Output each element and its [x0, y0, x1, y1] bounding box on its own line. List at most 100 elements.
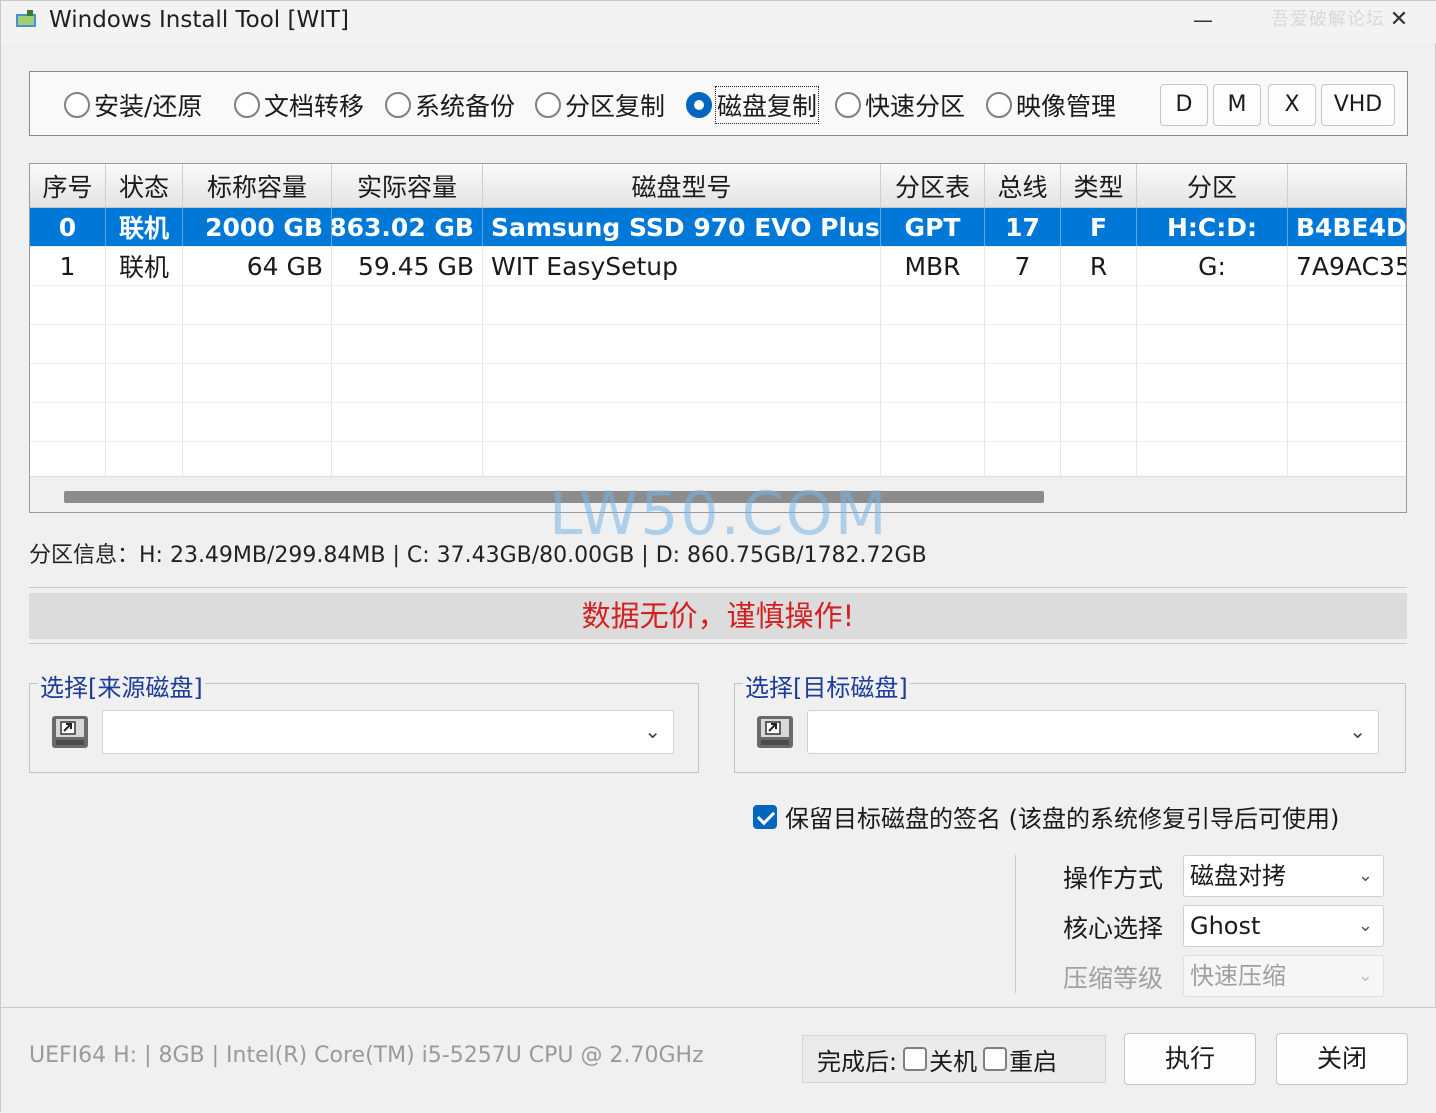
empty-cell [881, 364, 985, 402]
vhd-button[interactable]: VHD [1321, 84, 1395, 126]
empty-cell [106, 403, 183, 441]
radio-label: 文档转移 [264, 92, 365, 121]
cell-index: 1 [30, 247, 106, 285]
chevron-down-icon: ⌄ [1357, 915, 1373, 936]
empty-cell [106, 442, 183, 480]
empty-cell [881, 325, 985, 363]
radio-label: 映像管理 [1016, 92, 1117, 121]
divider [29, 587, 1407, 588]
source-disk-dropdown[interactable]: ⌄ [102, 710, 674, 754]
keep-signature-label: 保留目标磁盘的签名 (该盘的系统修复引导后可使用) [785, 805, 1340, 833]
restart-label[interactable]: 重启 [1009, 1042, 1057, 1077]
compression-level-value: 快速压缩 [1190, 962, 1286, 990]
target-disk-dropdown[interactable]: ⌄ [807, 710, 1379, 754]
app-window: Windows Install Tool [WIT] — 吾爱破解论坛 ✕ 安装… [0, 0, 1436, 1113]
empty-cell [483, 286, 881, 324]
minimize-button[interactable]: — [1181, 3, 1225, 39]
col-partition-table[interactable]: 分区表 [881, 164, 985, 207]
empty-cell [30, 403, 106, 441]
cell-partitions: G: [1137, 247, 1288, 285]
empty-cell [1061, 286, 1137, 324]
operation-mode-dropdown[interactable]: 磁盘对拷 ⌄ [1183, 855, 1384, 897]
empty-cell [30, 325, 106, 363]
disk-shortcut-icon [52, 716, 88, 748]
checkbox-checked[interactable] [753, 804, 777, 829]
radio-disk-copy[interactable]: 磁盘复制 [686, 86, 820, 124]
close-window-button[interactable]: ✕ [1379, 3, 1419, 39]
col-status[interactable]: 状态 [106, 164, 183, 207]
shutdown-label[interactable]: 关机 [929, 1042, 977, 1077]
col-partitions[interactable]: 分区 [1137, 164, 1288, 207]
empty-cell [332, 286, 483, 324]
cell-bus: 7 [985, 247, 1061, 285]
source-disk-title: 选择[来源磁盘] [38, 668, 205, 703]
empty-cell [1137, 442, 1288, 480]
empty-row [30, 325, 1406, 364]
col-disk-model[interactable]: 磁盘型号 [483, 164, 881, 207]
empty-cell [106, 286, 183, 324]
empty-cell [985, 403, 1061, 441]
radio-partition-copy[interactable]: 分区复制 [535, 88, 665, 122]
empty-cell [881, 442, 985, 480]
target-disk-group: 选择[目标磁盘] ⌄ [734, 668, 1406, 773]
radio-system-backup[interactable]: 系统备份 [385, 88, 515, 122]
cell-nominal-capacity: 2000 GB [183, 208, 332, 246]
shutdown-checkbox[interactable] [903, 1047, 928, 1071]
empty-cell [183, 442, 332, 480]
col-actual-capacity[interactable]: 实际容量 [332, 164, 483, 207]
col-bus[interactable]: 总线 [985, 164, 1061, 207]
warning-banner: 数据无价，谨慎操作! [29, 593, 1407, 639]
table-row[interactable]: 0 联机 2000 GB 1863.02 GB Samsung SSD 970 … [30, 208, 1406, 247]
cell-partitions: H:C:D: [1137, 208, 1288, 246]
x-button[interactable]: X [1268, 84, 1316, 126]
radio-image-management[interactable]: 映像管理 [986, 88, 1116, 122]
core-select-value: Ghost [1190, 912, 1261, 940]
empty-cell [1137, 364, 1288, 402]
m-button[interactable]: M [1213, 84, 1261, 126]
radio-circle-selected [686, 92, 712, 118]
radio-label: 系统备份 [415, 92, 516, 121]
window-title: Windows Install Tool [WIT] [49, 7, 350, 33]
table-row[interactable]: 1 联机 64 GB 59.45 GB WIT EasySetup MBR 7 … [30, 247, 1406, 286]
empty-cell [985, 286, 1061, 324]
radio-document-transfer[interactable]: 文档转移 [234, 88, 364, 122]
execute-button[interactable]: 执行 [1124, 1033, 1256, 1085]
radio-install-restore[interactable]: 安装/还原 [64, 88, 202, 122]
cell-disk-model: Samsung SSD 970 EVO Plus 2TB [483, 208, 881, 246]
empty-cell [483, 325, 881, 363]
radio-quick-partition[interactable]: 快速分区 [835, 88, 965, 122]
operation-mode-value: 磁盘对拷 [1190, 862, 1286, 890]
col-signature[interactable] [1288, 164, 1406, 207]
table-header: 序号 状态 标称容量 实际容量 磁盘型号 分区表 总线 类型 分区 [30, 164, 1406, 208]
close-button[interactable]: 关闭 [1276, 1033, 1408, 1085]
partition-info: 分区信息：H: 23.49MB/299.84MB | C: 37.43GB/80… [29, 543, 927, 568]
empty-cell [881, 286, 985, 324]
d-button[interactable]: D [1160, 84, 1208, 126]
empty-cell [332, 442, 483, 480]
radio-label: 快速分区 [865, 92, 966, 121]
col-nominal-capacity[interactable]: 标称容量 [183, 164, 332, 207]
restart-checkbox[interactable] [983, 1047, 1008, 1071]
empty-cell [183, 325, 332, 363]
cell-partition-table: MBR [881, 247, 985, 285]
compression-level-label: 压缩等级 [1063, 964, 1164, 993]
keep-signature-checkbox[interactable]: 保留目标磁盘的签名 (该盘的系统修复引导后可使用) [753, 799, 1339, 834]
empty-cell [183, 403, 332, 441]
empty-cell [183, 364, 332, 402]
empty-cell [1137, 325, 1288, 363]
title-bar: Windows Install Tool [WIT] — 吾爱破解论坛 ✕ [1, 1, 1436, 43]
col-index[interactable]: 序号 [30, 164, 106, 207]
radio-circle [986, 92, 1012, 118]
radio-circle [64, 92, 90, 118]
empty-cell [1137, 403, 1288, 441]
chevron-down-icon: ⌄ [1349, 719, 1366, 743]
radio-circle [385, 92, 411, 118]
core-select-dropdown[interactable]: Ghost ⌄ [1183, 905, 1384, 947]
empty-cell [985, 442, 1061, 480]
empty-cell [1061, 364, 1137, 402]
compression-level-dropdown: 快速压缩 ⌄ [1183, 955, 1384, 997]
col-type[interactable]: 类型 [1061, 164, 1137, 207]
empty-cell [1288, 442, 1406, 480]
chevron-down-icon: ⌄ [644, 719, 661, 743]
radio-circle [234, 92, 260, 118]
